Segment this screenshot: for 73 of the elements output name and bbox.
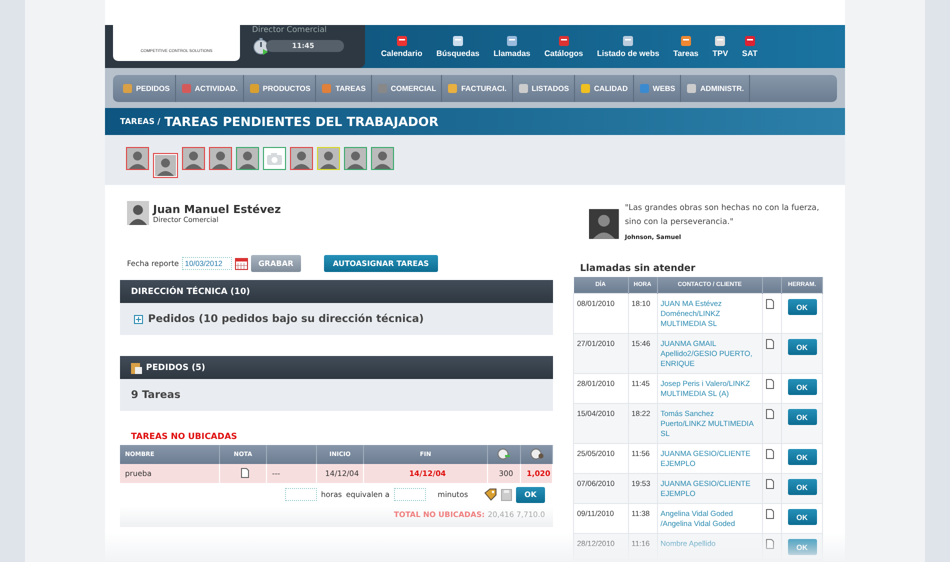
page-title: TAREAS PENDIENTES DEL TRABAJADOR — [164, 114, 439, 129]
note-icon[interactable] — [766, 379, 774, 389]
section-header: PEDIDOS (5) — [120, 356, 553, 379]
person-silhouette-icon — [318, 148, 339, 169]
menu-icon — [447, 83, 458, 94]
shortcut-icon — [714, 35, 726, 47]
quick-link[interactable]: Llamadas — [493, 35, 530, 58]
person-silhouette-icon — [237, 148, 258, 169]
person-silhouette-icon — [127, 148, 148, 169]
quick-link[interactable]: Búsquedas — [436, 35, 480, 58]
section-text: 9 Tareas — [131, 389, 180, 401]
note-icon[interactable] — [766, 299, 774, 309]
shortcut-icon — [452, 35, 464, 47]
worker-avatar[interactable] — [371, 147, 394, 170]
quote-text: "Las grandes obras son hechas no con la fuerza, sino con la perseverancia." — [624, 202, 820, 228]
tag-icon[interactable] — [484, 488, 497, 501]
menu-icon — [638, 83, 650, 94]
avatar-silhouette-icon — [127, 201, 149, 225]
person-silhouette-icon — [291, 148, 312, 169]
worker-avatar[interactable] — [182, 147, 205, 170]
worker-avatar[interactable] — [153, 153, 178, 178]
quick-link[interactable]: Tareas — [673, 35, 698, 58]
shortcut-icon — [396, 35, 408, 47]
quick-link[interactable]: SAT — [742, 35, 758, 58]
person-silhouette-icon — [372, 148, 393, 169]
note-icon[interactable] — [766, 479, 774, 489]
menu-icon — [180, 83, 192, 94]
person-silhouette-icon — [183, 148, 204, 169]
expand-icon[interactable] — [134, 314, 143, 324]
section-text: Pedidos (10 pedidos bajo su dirección técnica) — [148, 313, 424, 325]
shortcut-icon — [506, 35, 518, 47]
worker-avatar[interactable] — [344, 147, 367, 170]
person-silhouette-icon — [155, 155, 176, 176]
shortcut-icon — [744, 35, 756, 47]
stopwatch-icon — [252, 37, 270, 55]
quick-link[interactable]: TPV — [712, 35, 728, 58]
worker-avatar[interactable] — [236, 147, 259, 170]
note-icon[interactable] — [766, 339, 774, 349]
note-icon[interactable] — [241, 468, 249, 478]
person-silhouette-icon — [345, 148, 366, 169]
clipboard-icon — [131, 362, 142, 374]
quick-link[interactable]: Catálogos — [544, 35, 584, 58]
menu-icon — [518, 83, 529, 94]
menu-icon — [686, 83, 698, 94]
note-icon[interactable] — [766, 409, 774, 419]
worker-avatar[interactable] — [263, 147, 286, 170]
note-icon[interactable] — [766, 509, 774, 519]
menu-icon — [580, 83, 591, 94]
user-role: Director Comercial — [252, 25, 328, 35]
worker-name: Juan Manuel Estévez — [153, 202, 281, 216]
minutes-field[interactable] — [394, 488, 426, 501]
shortcut-icon — [622, 35, 634, 47]
worker-avatar[interactable] — [209, 147, 232, 170]
section-header: DIRECCIÓN TÉCNICA (10) — [120, 280, 553, 303]
quick-link[interactable]: Listado de webs — [597, 35, 660, 58]
breadcrumb-link[interactable]: TAREAS / — [120, 117, 160, 126]
worker-avatar[interactable] — [290, 147, 313, 170]
person-silhouette-icon — [210, 148, 231, 169]
menu-icon — [376, 83, 388, 94]
shortcut-icon — [680, 35, 692, 47]
clock-person-icon — [530, 448, 544, 460]
note-icon[interactable] — [766, 449, 774, 459]
hours-field[interactable] — [285, 488, 318, 501]
shortcut-icon — [558, 35, 570, 47]
menu-icon — [321, 83, 332, 94]
calls-title: Llamadas sin atender — [580, 263, 696, 274]
unplaced-title: TAREAS NO UBICADAS — [131, 432, 238, 442]
note-icon[interactable] — [766, 539, 774, 549]
menu-icon — [122, 83, 133, 94]
worker-avatar[interactable] — [126, 147, 149, 170]
menu-icon — [248, 83, 260, 94]
quick-link[interactable]: Calendario — [381, 35, 422, 58]
calendar-icon[interactable] — [234, 258, 248, 270]
